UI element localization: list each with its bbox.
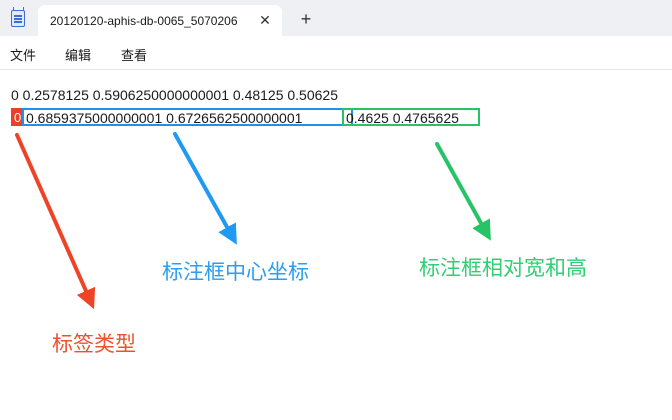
annotation-box-center: 标注框中心坐标 — [162, 260, 309, 284]
annotation-box-size: 标注框相对宽和高 — [419, 256, 587, 280]
arrow-blue — [173, 132, 237, 245]
arrow-red — [15, 133, 96, 310]
arrow-green — [435, 142, 491, 241]
annotation-label-type: 标签类型 — [52, 332, 136, 356]
